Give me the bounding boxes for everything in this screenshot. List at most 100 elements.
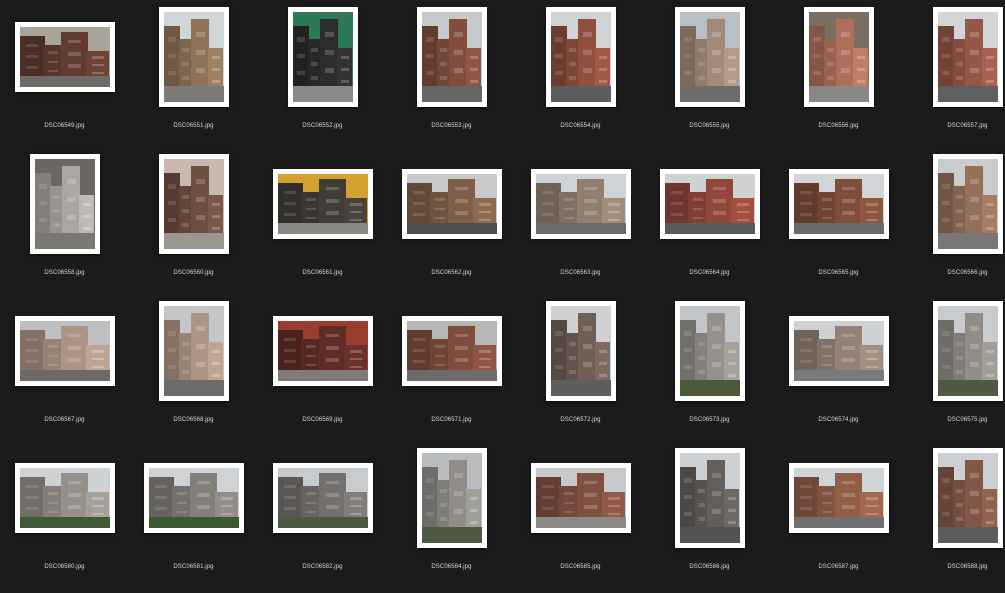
file-item[interactable]: DSC06552.jpg [258,5,387,152]
file-name-label: DSC06572.jpg [560,417,601,423]
thumbnail-grid: DSC06549.jpg DSC06551.jpg DSC06552.jpg DSC0… [0,0,1005,578]
photo-thumbnail[interactable] [416,7,487,107]
photo-thumbnail[interactable] [29,154,100,254]
photo-image [277,174,368,234]
file-name-label: DSC06588.jpg [947,564,988,570]
photo-thumbnail[interactable] [530,169,631,239]
file-name-label: DSC06562.jpg [431,270,472,276]
file-item[interactable]: DSC06586.jpg [645,446,774,593]
photo-image [937,453,998,543]
photo-thumbnail[interactable] [674,301,745,401]
photo-thumbnail[interactable] [932,301,1003,401]
photo-thumbnail[interactable] [143,463,244,533]
file-item[interactable]: DSC06565.jpg [774,152,903,299]
photo-thumbnail[interactable] [401,316,502,386]
file-item[interactable]: DSC06563.jpg [516,152,645,299]
photo-image [292,12,353,102]
file-name-label: DSC06584.jpg [431,564,472,570]
file-item[interactable]: DSC06574.jpg [774,299,903,446]
photo-thumbnail[interactable] [158,154,229,254]
file-item[interactable]: DSC06567.jpg [0,299,129,446]
photo-thumbnail[interactable] [158,301,229,401]
file-item[interactable]: DSC06575.jpg [903,299,1005,446]
photo-thumbnail[interactable] [530,463,631,533]
photo-thumbnail[interactable] [272,169,373,239]
file-name-label: DSC06575.jpg [947,417,988,423]
file-item[interactable]: DSC06555.jpg [645,5,774,152]
photo-image [550,12,611,102]
file-name-label: DSC06573.jpg [689,417,730,423]
photo-thumbnail[interactable] [932,154,1003,254]
file-item[interactable]: DSC06553.jpg [387,5,516,152]
photo-thumbnail[interactable] [14,22,115,92]
file-item[interactable]: DSC06582.jpg [258,446,387,593]
file-item[interactable]: DSC06554.jpg [516,5,645,152]
file-name-label: DSC06560.jpg [173,270,214,276]
photo-thumbnail[interactable] [788,316,889,386]
photo-thumbnail[interactable] [14,463,115,533]
file-item[interactable]: DSC06584.jpg [387,446,516,593]
photo-image [406,174,497,234]
file-name-label: DSC06581.jpg [173,564,214,570]
photo-image [793,174,884,234]
file-name-label: DSC06582.jpg [302,564,343,570]
file-name-label: DSC06556.jpg [818,123,859,129]
photo-thumbnail[interactable] [545,301,616,401]
photo-image [808,12,869,102]
file-item[interactable]: DSC06556.jpg [774,5,903,152]
file-item[interactable]: DSC06566.jpg [903,152,1005,299]
file-item[interactable]: DSC06569.jpg [258,299,387,446]
photo-thumbnail[interactable] [158,7,229,107]
photo-thumbnail[interactable] [272,316,373,386]
file-item[interactable]: DSC06585.jpg [516,446,645,593]
file-item[interactable]: DSC06581.jpg [129,446,258,593]
file-name-label: DSC06571.jpg [431,417,472,423]
file-name-label: DSC06553.jpg [431,123,472,129]
photo-thumbnail[interactable] [545,7,616,107]
file-item[interactable]: DSC06588.jpg [903,446,1005,593]
file-item[interactable]: DSC06560.jpg [129,152,258,299]
file-item[interactable]: DSC06587.jpg [774,446,903,593]
file-name-label: DSC06551.jpg [173,123,214,129]
file-item[interactable]: DSC06551.jpg [129,5,258,152]
file-name-label: DSC06569.jpg [302,417,343,423]
file-name-label: DSC06566.jpg [947,270,988,276]
photo-thumbnail[interactable] [659,169,760,239]
file-item[interactable]: DSC06558.jpg [0,152,129,299]
file-name-label: DSC06587.jpg [818,564,859,570]
file-name-label: DSC06568.jpg [173,417,214,423]
photo-image [937,306,998,396]
file-item[interactable]: DSC06573.jpg [645,299,774,446]
photo-thumbnail[interactable] [14,316,115,386]
file-item[interactable]: DSC06564.jpg [645,152,774,299]
photo-thumbnail[interactable] [803,7,874,107]
photo-image [148,468,239,528]
file-item[interactable]: DSC06561.jpg [258,152,387,299]
file-name-label: DSC06563.jpg [560,270,601,276]
photo-image [679,12,740,102]
file-item[interactable]: DSC06572.jpg [516,299,645,446]
photo-image [535,174,626,234]
file-item[interactable]: DSC06562.jpg [387,152,516,299]
file-item[interactable]: DSC06580.jpg [0,446,129,593]
photo-thumbnail[interactable] [287,7,358,107]
photo-thumbnail[interactable] [416,448,487,548]
photo-thumbnail[interactable] [674,7,745,107]
photo-thumbnail[interactable] [932,448,1003,548]
file-name-label: DSC06549.jpg [44,123,85,129]
photo-image [793,468,884,528]
file-item[interactable]: DSC06557.jpg [903,5,1005,152]
photo-image [277,468,368,528]
photo-image [421,12,482,102]
file-item[interactable]: DSC06568.jpg [129,299,258,446]
photo-thumbnail[interactable] [674,448,745,548]
photo-thumbnail[interactable] [788,463,889,533]
photo-image [937,159,998,249]
photo-image [19,468,110,528]
file-item[interactable]: DSC06571.jpg [387,299,516,446]
photo-thumbnail[interactable] [401,169,502,239]
photo-thumbnail[interactable] [932,7,1003,107]
file-item[interactable]: DSC06549.jpg [0,5,129,152]
photo-thumbnail[interactable] [788,169,889,239]
photo-thumbnail[interactable] [272,463,373,533]
